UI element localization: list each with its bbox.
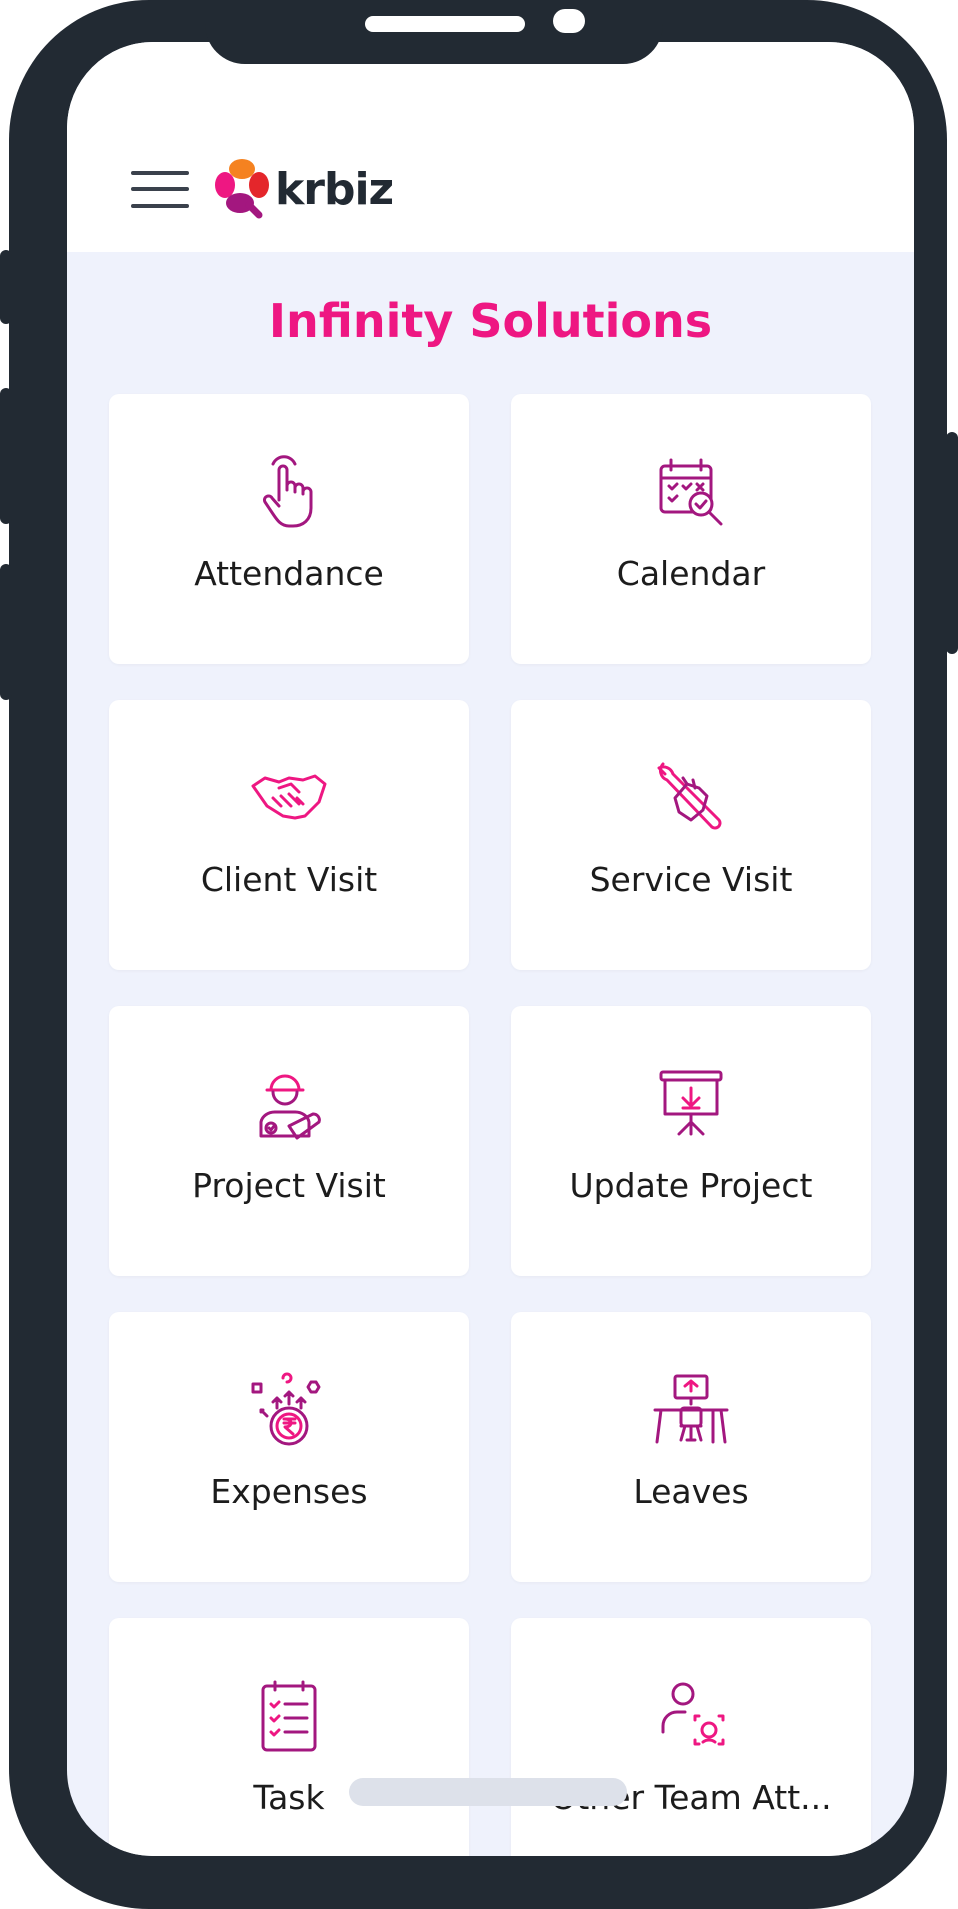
- tile-label: Expenses: [210, 1472, 368, 1511]
- wrench-hand-icon: [657, 762, 722, 830]
- tile-leaves[interactable]: Leaves: [511, 1312, 871, 1582]
- tile-label: Update Project: [569, 1166, 813, 1205]
- phone-frame: krbiz Infinity Solutions Attendance Cale…: [9, 0, 947, 1909]
- notch: [205, 0, 663, 64]
- handshake-icon: [251, 774, 327, 820]
- logo-text: krbiz: [275, 163, 394, 215]
- tile-label: Client Visit: [200, 860, 378, 899]
- calendar-search-icon: [659, 458, 723, 526]
- empty-desk-icon: [653, 1374, 729, 1444]
- tile-project-visit[interactable]: Project Visit: [109, 1006, 469, 1276]
- home-indicator[interactable]: [349, 1778, 627, 1806]
- tile-label: Attendance: [194, 554, 384, 593]
- krbiz-logo-icon: [215, 159, 269, 219]
- tile-other-team-attendance[interactable]: Other Team Att...: [511, 1618, 871, 1856]
- checklist-icon: [261, 1680, 317, 1752]
- volume-up-button: [0, 388, 12, 524]
- power-button: [946, 432, 958, 654]
- camera: [553, 9, 585, 33]
- tap-finger-icon: [263, 455, 313, 528]
- tile-expenses[interactable]: Expenses: [109, 1312, 469, 1582]
- tile-service-visit[interactable]: Service Visit: [511, 700, 871, 970]
- tile-task[interactable]: Task: [109, 1618, 469, 1856]
- tile-label: Leaves: [633, 1472, 749, 1511]
- app-header: krbiz: [67, 42, 914, 252]
- speaker: [365, 16, 525, 32]
- tile-attendance[interactable]: Attendance: [109, 394, 469, 664]
- tile-label: Calendar: [616, 554, 766, 593]
- organization-title: Infinity Solutions: [268, 294, 713, 348]
- engineer-blueprint-icon: [259, 1074, 321, 1140]
- tile-label: Service Visit: [589, 860, 793, 899]
- tile-calendar[interactable]: Calendar: [511, 394, 871, 664]
- hamburger-icon[interactable]: [131, 168, 189, 210]
- volume-down-button: [0, 564, 12, 700]
- screen: krbiz Infinity Solutions Attendance Cale…: [67, 42, 914, 1856]
- tile-client-visit[interactable]: Client Visit: [109, 700, 469, 970]
- tile-update-project[interactable]: Update Project: [511, 1006, 871, 1276]
- rupee-coin-icon: [251, 1372, 321, 1446]
- face-scan-person-icon: [661, 1682, 725, 1746]
- mute-switch: [0, 250, 12, 324]
- tile-label: Project Visit: [192, 1166, 386, 1205]
- presentation-board-icon: [659, 1070, 723, 1136]
- app-logo: krbiz: [213, 154, 394, 224]
